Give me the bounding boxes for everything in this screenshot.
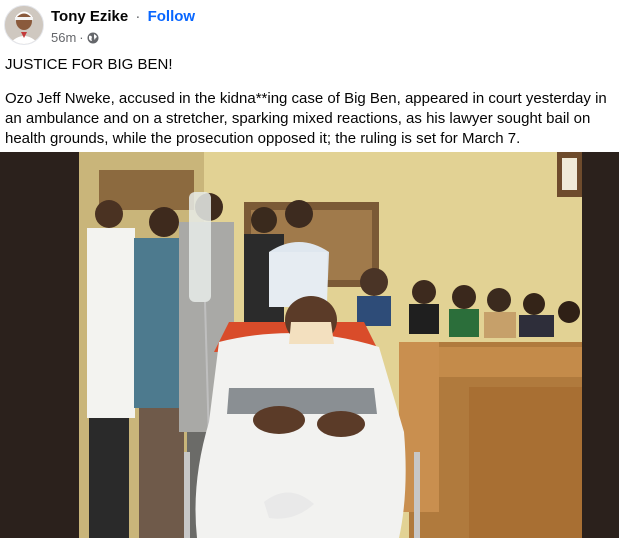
author-line: Tony Ezike · Follow [51,8,195,25]
globe-icon [87,32,99,44]
post-photo[interactable] [79,152,582,538]
post-photo-container[interactable] [0,152,619,538]
post-timestamp[interactable]: 56m [51,30,76,45]
post-meta: 56m · [51,30,99,45]
meta-separator: · [79,30,84,45]
follow-button[interactable]: Follow [148,8,196,25]
post-headline: JUSTICE FOR BIG BEN! [5,56,173,73]
post-text: JUSTICE FOR BIG BEN! Ozo Jeff Nweke, acc… [5,55,617,163]
post-header: Tony Ezike · Follow 56m · [0,0,619,50]
author-avatar[interactable] [4,5,44,45]
author-name[interactable]: Tony Ezike [51,8,128,25]
post-body: Ozo Jeff Nweke, accused in the kidna**in… [5,90,607,147]
name-separator: · [135,8,141,25]
